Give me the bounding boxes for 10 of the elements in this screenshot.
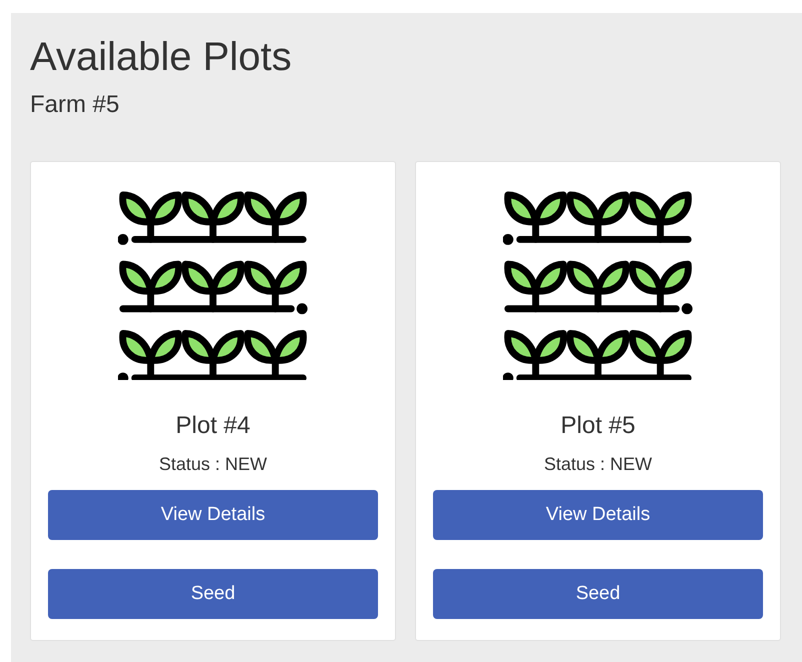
page-subtitle: Farm #5 bbox=[30, 91, 120, 119]
page-title: Available Plots bbox=[30, 34, 292, 81]
plot-status: Status : NEW bbox=[544, 453, 652, 475]
view-details-button[interactable]: View Details bbox=[433, 490, 763, 540]
seed-button[interactable]: Seed bbox=[48, 569, 378, 619]
plot-name: Plot #4 bbox=[176, 412, 250, 440]
plot-status: Status : NEW bbox=[158, 453, 268, 475]
view-details-button[interactable]: View Details bbox=[48, 490, 378, 540]
plot-name: Plot #5 bbox=[560, 412, 636, 440]
seed-button[interactable]: Seed bbox=[433, 569, 763, 619]
